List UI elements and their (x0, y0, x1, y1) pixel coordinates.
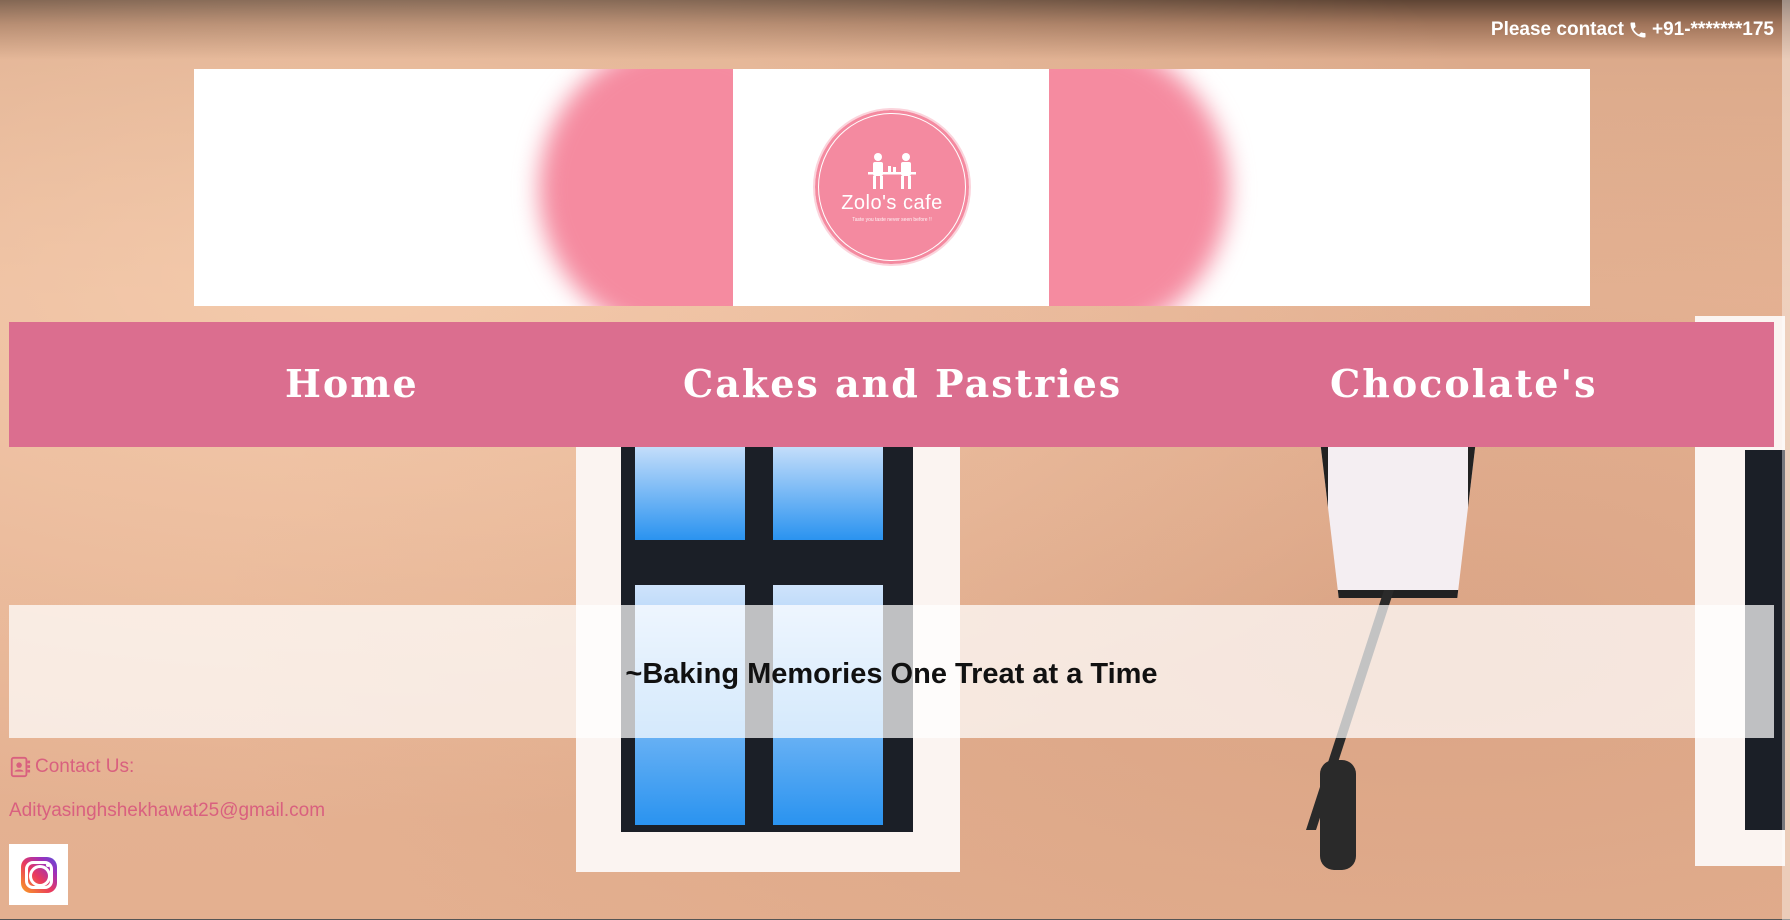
contact-label: Please contact (1490, 19, 1624, 40)
brand-tagline: Taste you taste never seen before !! (852, 216, 932, 223)
header-banner: Zolo's cafe Taste you taste never seen b… (194, 69, 1590, 306)
lamp-bracket (1320, 760, 1356, 870)
wall-lamp (1320, 440, 1476, 598)
banner-logo-panel: Zolo's cafe Taste you taste never seen b… (733, 69, 1049, 306)
phone-icon (1630, 22, 1646, 38)
scrollbar[interactable] (1782, 0, 1790, 920)
cafe-logo[interactable]: Zolo's cafe Taste you taste never seen b… (813, 108, 971, 266)
hero-band: ~Baking Memories One Treat at a Time (9, 605, 1774, 738)
hero-tagline: ~Baking Memories One Treat at a Time (625, 657, 1158, 690)
email-link[interactable]: Adityasinghshekhawat25@gmail.com (9, 800, 325, 822)
cafe-figures-icon (868, 152, 916, 189)
phone-number[interactable]: +91-*******175 (1652, 19, 1774, 41)
contact-label: Contact Us: (35, 756, 135, 777)
contact-heading: Contact Us: (9, 756, 134, 778)
brand-name: Zolo's cafe (841, 191, 943, 214)
contact-card-icon (10, 756, 31, 778)
nav-cakes-and-pastries[interactable]: Cakes and Pastries (683, 361, 1122, 406)
instagram-link[interactable] (9, 844, 68, 905)
main-nav: Home Cakes and Pastries Chocolate's (9, 322, 1774, 447)
top-contact: Please contact +91-*******175 (1491, 19, 1774, 41)
instagram-icon (20, 856, 57, 893)
nav-chocolates[interactable]: Chocolate's (1330, 361, 1598, 406)
nav-home[interactable]: Home (285, 361, 419, 406)
